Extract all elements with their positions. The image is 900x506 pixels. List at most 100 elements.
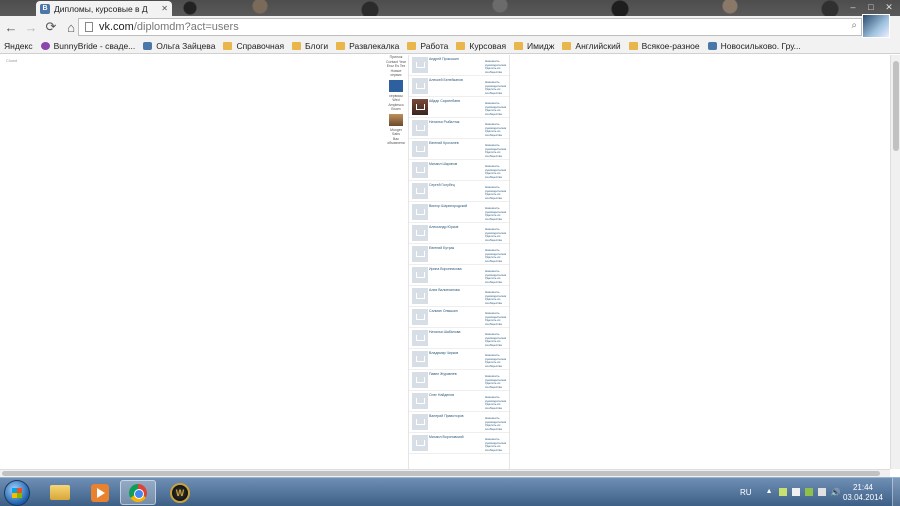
member-name-link[interactable]: Евгений Бутрак [429,246,485,250]
vertical-scrollbar[interactable] [890,55,900,469]
reload-icon[interactable]: ⟳ [42,18,60,36]
member-name-link[interactable]: Алексей Белейканов [429,78,485,82]
member-name-link[interactable]: Андрей Прокошин [429,57,485,61]
bookmark-item[interactable]: Курсовая [452,41,510,51]
media-player-button[interactable] [82,480,118,505]
flag-icon[interactable] [791,488,800,496]
member-actions-link[interactable]: Назначить руководителем Удалить из сообщ… [485,143,509,158]
back-arrow-icon[interactable]: ← [2,18,20,36]
member-actions-link[interactable]: Назначить руководителем Удалить из сообщ… [485,332,509,347]
member-actions-link[interactable]: Назначить руководителем Удалить из сообщ… [485,395,509,410]
horizontal-scrollbar[interactable] [0,469,890,477]
bookmark-item[interactable]: Ольга Зайцева [139,41,219,51]
member-name-link[interactable]: Олег Найденов [429,393,485,397]
avatar[interactable] [412,414,428,430]
language-indicator[interactable]: RU [740,488,752,497]
member-name-link[interactable]: Виктор Шарипородский [429,204,485,208]
close-tab-icon[interactable]: ✕ [161,4,168,13]
search-icon[interactable]: ⌕ [851,20,857,31]
bookmark-item[interactable]: Блоги [288,41,332,51]
address-bar[interactable]: vk.com/diplomdm?act=users ⌕ [78,18,862,36]
member-name-link[interactable]: Александр Юрков [429,225,485,229]
ad-text[interactable]: Eroz Es Tex [384,64,408,69]
member-actions-link[interactable]: Назначить руководителем Удалить из сообщ… [485,206,509,221]
extension-image[interactable] [862,14,890,38]
member-actions-link[interactable]: Назначить руководителем Удалить из сообщ… [485,374,509,389]
maximize-icon[interactable]: □ [862,0,880,14]
avatar[interactable] [412,435,428,451]
network-icon[interactable] [778,488,787,496]
explorer-button[interactable] [42,480,78,505]
ad-image[interactable] [389,79,403,92]
member-actions-link[interactable]: Назначить руководителем Удалить из сообщ… [485,416,509,431]
bookmark-item[interactable]: Развлекалка [332,41,403,51]
member-actions-link[interactable]: Назначить руководителем Удалить из сообщ… [485,59,509,74]
close-window-icon[interactable]: ✕ [880,0,898,14]
avatar[interactable] [412,183,428,199]
wow-button[interactable]: W [162,480,198,505]
avatar[interactable] [412,120,428,136]
member-name-link[interactable]: Наталья Рыбалтак [429,120,485,124]
member-actions-link[interactable]: Назначить руководителем Удалить из сообщ… [485,164,509,179]
avatar[interactable] [412,288,428,304]
start-button[interactable] [4,480,30,506]
member-name-link[interactable]: Михаил Шарипов [429,162,485,166]
avatar[interactable] [412,393,428,409]
volume-icon[interactable]: 🔊 [831,488,841,497]
member-actions-link[interactable]: Назначить руководителем Удалить из сообщ… [485,311,509,326]
member-name-link[interactable]: Михаил Вороновский [429,435,485,439]
member-actions-link[interactable]: Назначить руководителем Удалить из сообщ… [485,290,509,305]
ad-text[interactable]: Boom [384,107,408,112]
minimize-icon[interactable]: – [844,0,862,14]
chrome-button[interactable] [120,480,156,505]
clock[interactable]: 21:44 03.04.2014 [840,483,886,503]
bookmark-item[interactable]: Яндекс [0,41,37,51]
bookmark-item[interactable]: BunnyBride - сваде... [37,41,140,51]
avatar[interactable] [412,57,428,73]
avatar[interactable] [412,372,428,388]
bookmark-item[interactable]: Всякое-разное [625,41,704,51]
show-desktop-button[interactable] [892,478,900,506]
member-actions-link[interactable]: Назначить руководителем Удалить из сообщ… [485,185,509,200]
member-name-link[interactable]: Наталья Шабалова [429,330,485,334]
avatar[interactable] [412,141,428,157]
bookmark-item[interactable]: Работа [403,41,452,51]
avatar[interactable] [412,309,428,325]
member-name-link[interactable]: Евгений Крохалев [429,141,485,145]
member-actions-link[interactable]: Назначить руководителем Удалить из сообщ… [485,248,509,263]
member-name-link[interactable]: Айдар Сарсенбаев [429,99,485,103]
member-name-link[interactable]: Владимир Чирков [429,351,485,355]
update-icon[interactable] [804,488,813,496]
avatar[interactable] [412,246,428,262]
horizontal-scrollbar-thumb[interactable] [2,471,880,476]
show-hidden-icons-icon[interactable]: ▲ [766,488,774,496]
avatar[interactable] [412,351,428,367]
vertical-scrollbar-thumb[interactable] [893,61,899,151]
bookmark-item[interactable]: Имидж [510,41,558,51]
avatar[interactable] [412,78,428,94]
member-name-link[interactable]: Салман Оляшкин [429,309,485,313]
avatar[interactable] [412,225,428,241]
member-actions-link[interactable]: Назначить руководителем Удалить из сообщ… [485,437,509,452]
forward-arrow-icon[interactable]: → [22,18,40,36]
ad-image[interactable] [389,113,403,126]
avatar[interactable] [412,99,428,115]
battery-icon[interactable] [817,488,826,496]
bookmark-item[interactable]: Новосильково. Гру... [704,41,805,51]
browser-tab[interactable]: В Дипломы, курсовые в Д ✕ [36,1,172,16]
member-name-link[interactable]: Алия Валиеханова [429,288,485,292]
member-name-link[interactable]: Павел Журавлев [429,372,485,376]
member-actions-link[interactable]: Назначить руководителем Удалить из сообщ… [485,80,509,95]
member-name-link[interactable]: Ирина Воронникова [429,267,485,271]
bookmark-item[interactable]: Справочная [219,41,288,51]
avatar[interactable] [412,267,428,283]
member-name-link[interactable]: Сергей Голубец [429,183,485,187]
member-actions-link[interactable]: Назначить руководителем Удалить из сообщ… [485,101,509,116]
member-actions-link[interactable]: Назначить руководителем Удалить из сообщ… [485,269,509,284]
avatar[interactable] [412,204,428,220]
member-actions-link[interactable]: Назначить руководителем Удалить из сообщ… [485,227,509,242]
member-actions-link[interactable]: Назначить руководителем Удалить из сообщ… [485,122,509,137]
avatar[interactable] [412,162,428,178]
avatar[interactable] [412,330,428,346]
member-actions-link[interactable]: Назначить руководителем Удалить из сообщ… [485,353,509,368]
